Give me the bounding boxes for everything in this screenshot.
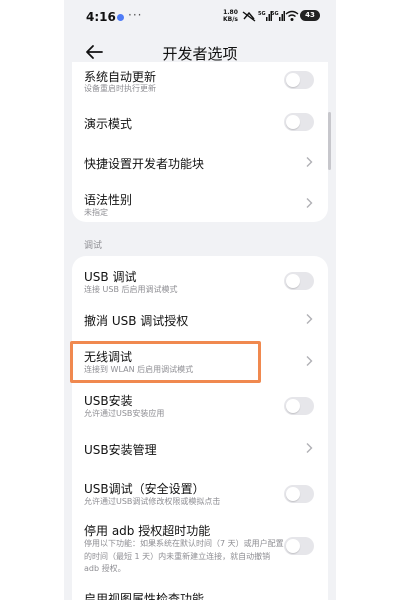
signal-1-label: 5G	[258, 11, 266, 17]
list-item-subtitle: 允许通过USB安装应用	[84, 409, 165, 418]
page-title: 开发者选项	[162, 45, 238, 63]
list-item-subtitle: 连接 USB 后启用调试模式	[84, 285, 178, 294]
scrollbar[interactable]	[328, 112, 331, 170]
list-item-wireless-debugging[interactable]: 无线调试 连接到 WLAN 后启用调试模式	[72, 340, 328, 384]
toggle-switch[interactable]	[284, 397, 314, 415]
list-item-title: 停用 adb 授权超时功能	[84, 524, 211, 538]
signal-2-label: 5G	[271, 11, 279, 17]
toggle-switch[interactable]	[284, 272, 314, 290]
signal-5g-icon: 5G	[258, 11, 272, 21]
list-item-demo-mode[interactable]: 演示模式	[72, 100, 328, 140]
network-speed: 1.80 KB/s	[223, 9, 238, 23]
list-item-title: 语法性别	[84, 193, 133, 207]
more-notifications-icon: ···	[128, 8, 143, 22]
list-item-subtitle: 连接到 WLAN 后启用调试模式	[84, 365, 194, 374]
list-item-title: USB安装	[84, 394, 133, 408]
list-item-subtitle: 设备重启时执行更新	[84, 84, 156, 93]
list-item-title: 无线调试	[84, 350, 133, 364]
list-item-title: USB安装管理	[84, 443, 157, 457]
list-item-usb-install-manager[interactable]: USB安装管理	[72, 428, 328, 468]
list-item-title: 演示模式	[84, 117, 133, 131]
status-time: 4:16	[86, 10, 116, 24]
network-speed-unit: KB/s	[223, 16, 238, 23]
section-label-debugging: 调试	[84, 241, 103, 251]
list-item-description: 停用以下功能：如果系统在默认时间（7 天）或用户配置的时间（最短 1 天）内未重…	[84, 539, 284, 573]
toggle-switch[interactable]	[284, 485, 314, 503]
chevron-right-icon	[306, 314, 313, 324]
list-item-view-attribute-inspection[interactable]: 启用视图属性检查功能	[72, 584, 328, 600]
list-item-grammatical-gender[interactable]: 语法性别 未指定	[72, 180, 328, 222]
chevron-right-icon	[306, 198, 313, 208]
phone-screen: 4:16 ··· 1.80 KB/s 5G 5G 43 开发者选项 系统自动更新…	[64, 0, 336, 600]
chevron-right-icon	[306, 443, 313, 453]
list-item-title: 撤消 USB 调试授权	[84, 314, 189, 328]
list-item-title: USB 调试	[84, 270, 137, 284]
list-item-disable-adb-timeout[interactable]: 停用 adb 授权超时功能 停用以下功能：如果系统在默认时间（7 天）或用户配置…	[72, 514, 328, 584]
list-item-usb-install[interactable]: USB安装 允许通过USB安装应用	[72, 384, 328, 426]
list-item-system-update[interactable]: 系统自动更新 设备重启时执行更新	[72, 62, 328, 96]
list-item-quick-settings-tiles[interactable]: 快捷设置开发者功能块	[72, 140, 328, 180]
chevron-right-icon	[306, 157, 313, 167]
toggle-switch[interactable]	[284, 537, 314, 555]
list-item-revoke-usb-auth[interactable]: 撤消 USB 调试授权	[72, 300, 328, 340]
wifi-icon	[285, 10, 299, 21]
list-item-title: 启用视图属性检查功能	[84, 592, 205, 600]
toggle-switch[interactable]	[284, 113, 314, 131]
mute-icon	[242, 11, 256, 22]
list-item-subtitle: 允许通过USB调试修改权限或模拟点击	[84, 497, 221, 506]
list-item-title: USB调试（安全设置）	[84, 482, 205, 496]
signal-5g-icon-2: 5G	[271, 11, 285, 21]
list-item-usb-debugging-security[interactable]: USB调试（安全设置） 允许通过USB调试修改权限或模拟点击	[72, 470, 328, 514]
status-bar: 4:16 ··· 1.80 KB/s 5G 5G 43	[64, 0, 336, 34]
list-item-subtitle: 未指定	[84, 208, 108, 217]
network-speed-value: 1.80	[223, 9, 238, 16]
chevron-right-icon	[306, 356, 313, 366]
notification-dot-icon	[117, 14, 124, 21]
battery-icon: 43	[300, 10, 320, 21]
settings-card-debugging: USB 调试 连接 USB 后启用调试模式 撤消 USB 调试授权 无线调试 连…	[72, 256, 328, 600]
list-item-usb-debugging[interactable]: USB 调试 连接 USB 后启用调试模式	[72, 256, 328, 298]
settings-card-general: 系统自动更新 设备重启时执行更新 演示模式 快捷设置开发者功能块 语法性别 未指…	[72, 62, 328, 222]
list-item-title: 快捷设置开发者功能块	[84, 157, 205, 171]
toggle-switch[interactable]	[284, 71, 314, 89]
